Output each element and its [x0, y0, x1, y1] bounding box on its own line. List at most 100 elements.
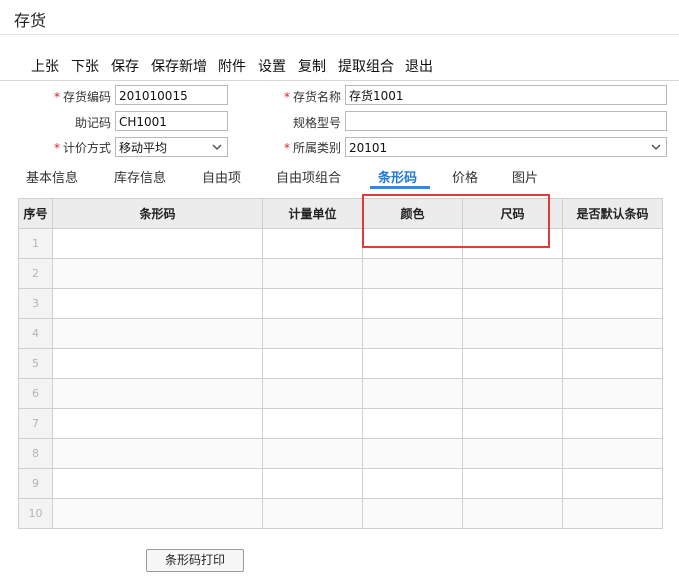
default-barcode-cell[interactable]: [562, 408, 663, 439]
color-cell[interactable]: [362, 288, 463, 319]
size-cell[interactable]: [462, 498, 563, 529]
default-barcode-cell[interactable]: [562, 378, 663, 409]
color-cell[interactable]: [362, 228, 463, 259]
tab-free-item-combination[interactable]: 自由项组合: [276, 167, 341, 186]
barcode-cell[interactable]: [52, 498, 263, 529]
required-mark: *: [283, 90, 290, 104]
barcode-cell[interactable]: [52, 378, 263, 409]
size-cell[interactable]: [462, 318, 563, 349]
tab-images[interactable]: 图片: [512, 167, 538, 186]
category-select[interactable]: 20101: [345, 137, 667, 157]
tab-free-items[interactable]: 自由项: [202, 167, 241, 186]
col-header-barcode: 条形码: [52, 198, 263, 229]
mnemonic-field[interactable]: CH1001: [115, 111, 228, 131]
table-row[interactable]: 6: [18, 378, 663, 409]
barcode-cell[interactable]: [52, 408, 263, 439]
unit-cell[interactable]: [262, 348, 363, 379]
table-row[interactable]: 8: [18, 438, 663, 469]
unit-cell[interactable]: [262, 438, 363, 469]
required-mark: *: [53, 141, 60, 155]
name-field[interactable]: 存货1001: [345, 85, 667, 105]
color-cell[interactable]: [362, 348, 463, 379]
color-cell[interactable]: [362, 258, 463, 289]
code-field[interactable]: 201010015: [115, 85, 228, 105]
unit-cell[interactable]: [262, 288, 363, 319]
default-barcode-cell[interactable]: [562, 348, 663, 379]
color-cell[interactable]: [362, 438, 463, 469]
barcode-cell[interactable]: [52, 468, 263, 499]
toolbar: 上张 下张 保存 保存新增 附件 设置 复制 提取组合 退出: [0, 52, 679, 81]
color-cell[interactable]: [362, 318, 463, 349]
tab-price[interactable]: 价格: [452, 167, 478, 186]
table-row[interactable]: 4: [18, 318, 663, 349]
barcode-cell[interactable]: [52, 258, 263, 289]
size-cell[interactable]: [462, 378, 563, 409]
color-cell[interactable]: [362, 498, 463, 529]
exit-button[interactable]: 退出: [405, 56, 433, 76]
window-titlebar: 存货: [0, 0, 679, 35]
unit-cell[interactable]: [262, 408, 363, 439]
unit-cell[interactable]: [262, 378, 363, 409]
window-title: 存货: [14, 11, 47, 30]
barcode-print-button[interactable]: 条形码打印: [146, 549, 244, 572]
tab-bar: 基本信息 库存信息 自由项 自由项组合 条形码 价格 图片: [0, 164, 679, 192]
color-cell[interactable]: [362, 378, 463, 409]
row-number: 5: [18, 348, 53, 379]
table-row[interactable]: 3: [18, 288, 663, 319]
size-cell[interactable]: [462, 348, 563, 379]
barcode-cell[interactable]: [52, 348, 263, 379]
table-row[interactable]: 5: [18, 348, 663, 379]
table-row[interactable]: 2: [18, 258, 663, 289]
unit-cell[interactable]: [262, 228, 363, 259]
col-header-size: 尺码: [462, 198, 563, 229]
tab-basic-info[interactable]: 基本信息: [26, 167, 78, 186]
category-select-value: 20101: [349, 141, 388, 155]
size-cell[interactable]: [462, 438, 563, 469]
save-and-new-button[interactable]: 保存新增: [151, 56, 207, 76]
extract-combination-button[interactable]: 提取组合: [338, 56, 394, 76]
default-barcode-cell[interactable]: [562, 228, 663, 259]
unit-cell[interactable]: [262, 258, 363, 289]
unit-cell[interactable]: [262, 468, 363, 499]
next-button[interactable]: 下张: [71, 56, 99, 76]
row-number: 10: [18, 498, 53, 529]
size-cell[interactable]: [462, 468, 563, 499]
previous-button[interactable]: 上张: [31, 56, 59, 76]
barcode-cell[interactable]: [52, 288, 263, 319]
size-cell[interactable]: [462, 258, 563, 289]
table-row[interactable]: 7: [18, 408, 663, 439]
barcode-cell[interactable]: [52, 318, 263, 349]
table-row[interactable]: 10: [18, 498, 663, 529]
tab-barcode[interactable]: 条形码: [378, 167, 417, 186]
save-button[interactable]: 保存: [111, 56, 139, 76]
color-cell[interactable]: [362, 408, 463, 439]
default-barcode-cell[interactable]: [562, 438, 663, 469]
spec-field[interactable]: [345, 111, 667, 131]
default-barcode-cell[interactable]: [562, 468, 663, 499]
default-barcode-cell[interactable]: [562, 288, 663, 319]
default-barcode-cell[interactable]: [562, 498, 663, 529]
default-barcode-cell[interactable]: [562, 318, 663, 349]
default-barcode-cell[interactable]: [562, 258, 663, 289]
copy-button[interactable]: 复制: [298, 56, 326, 76]
unit-cell[interactable]: [262, 498, 363, 529]
size-cell[interactable]: [462, 408, 563, 439]
code-label-text: 存货编码: [62, 90, 111, 104]
attachment-button[interactable]: 附件: [218, 56, 246, 76]
table-header-row: 序号 条形码 计量单位 颜色 尺码 是否默认条码: [18, 198, 663, 229]
pricing-select[interactable]: 移动平均: [115, 137, 228, 157]
unit-cell[interactable]: [262, 318, 363, 349]
barcode-cell[interactable]: [52, 438, 263, 469]
tab-inventory-info[interactable]: 库存信息: [114, 167, 166, 186]
barcode-cell[interactable]: [52, 228, 263, 259]
row-number: 3: [18, 288, 53, 319]
color-cell[interactable]: [362, 468, 463, 499]
col-header-default-barcode: 是否默认条码: [562, 198, 663, 229]
settings-button[interactable]: 设置: [258, 56, 286, 76]
active-tab-indicator: [370, 186, 430, 189]
table-row[interactable]: 1: [18, 228, 663, 259]
name-label-text: 存货名称: [292, 90, 341, 104]
table-row[interactable]: 9: [18, 468, 663, 499]
size-cell[interactable]: [462, 288, 563, 319]
size-cell[interactable]: [462, 228, 563, 259]
